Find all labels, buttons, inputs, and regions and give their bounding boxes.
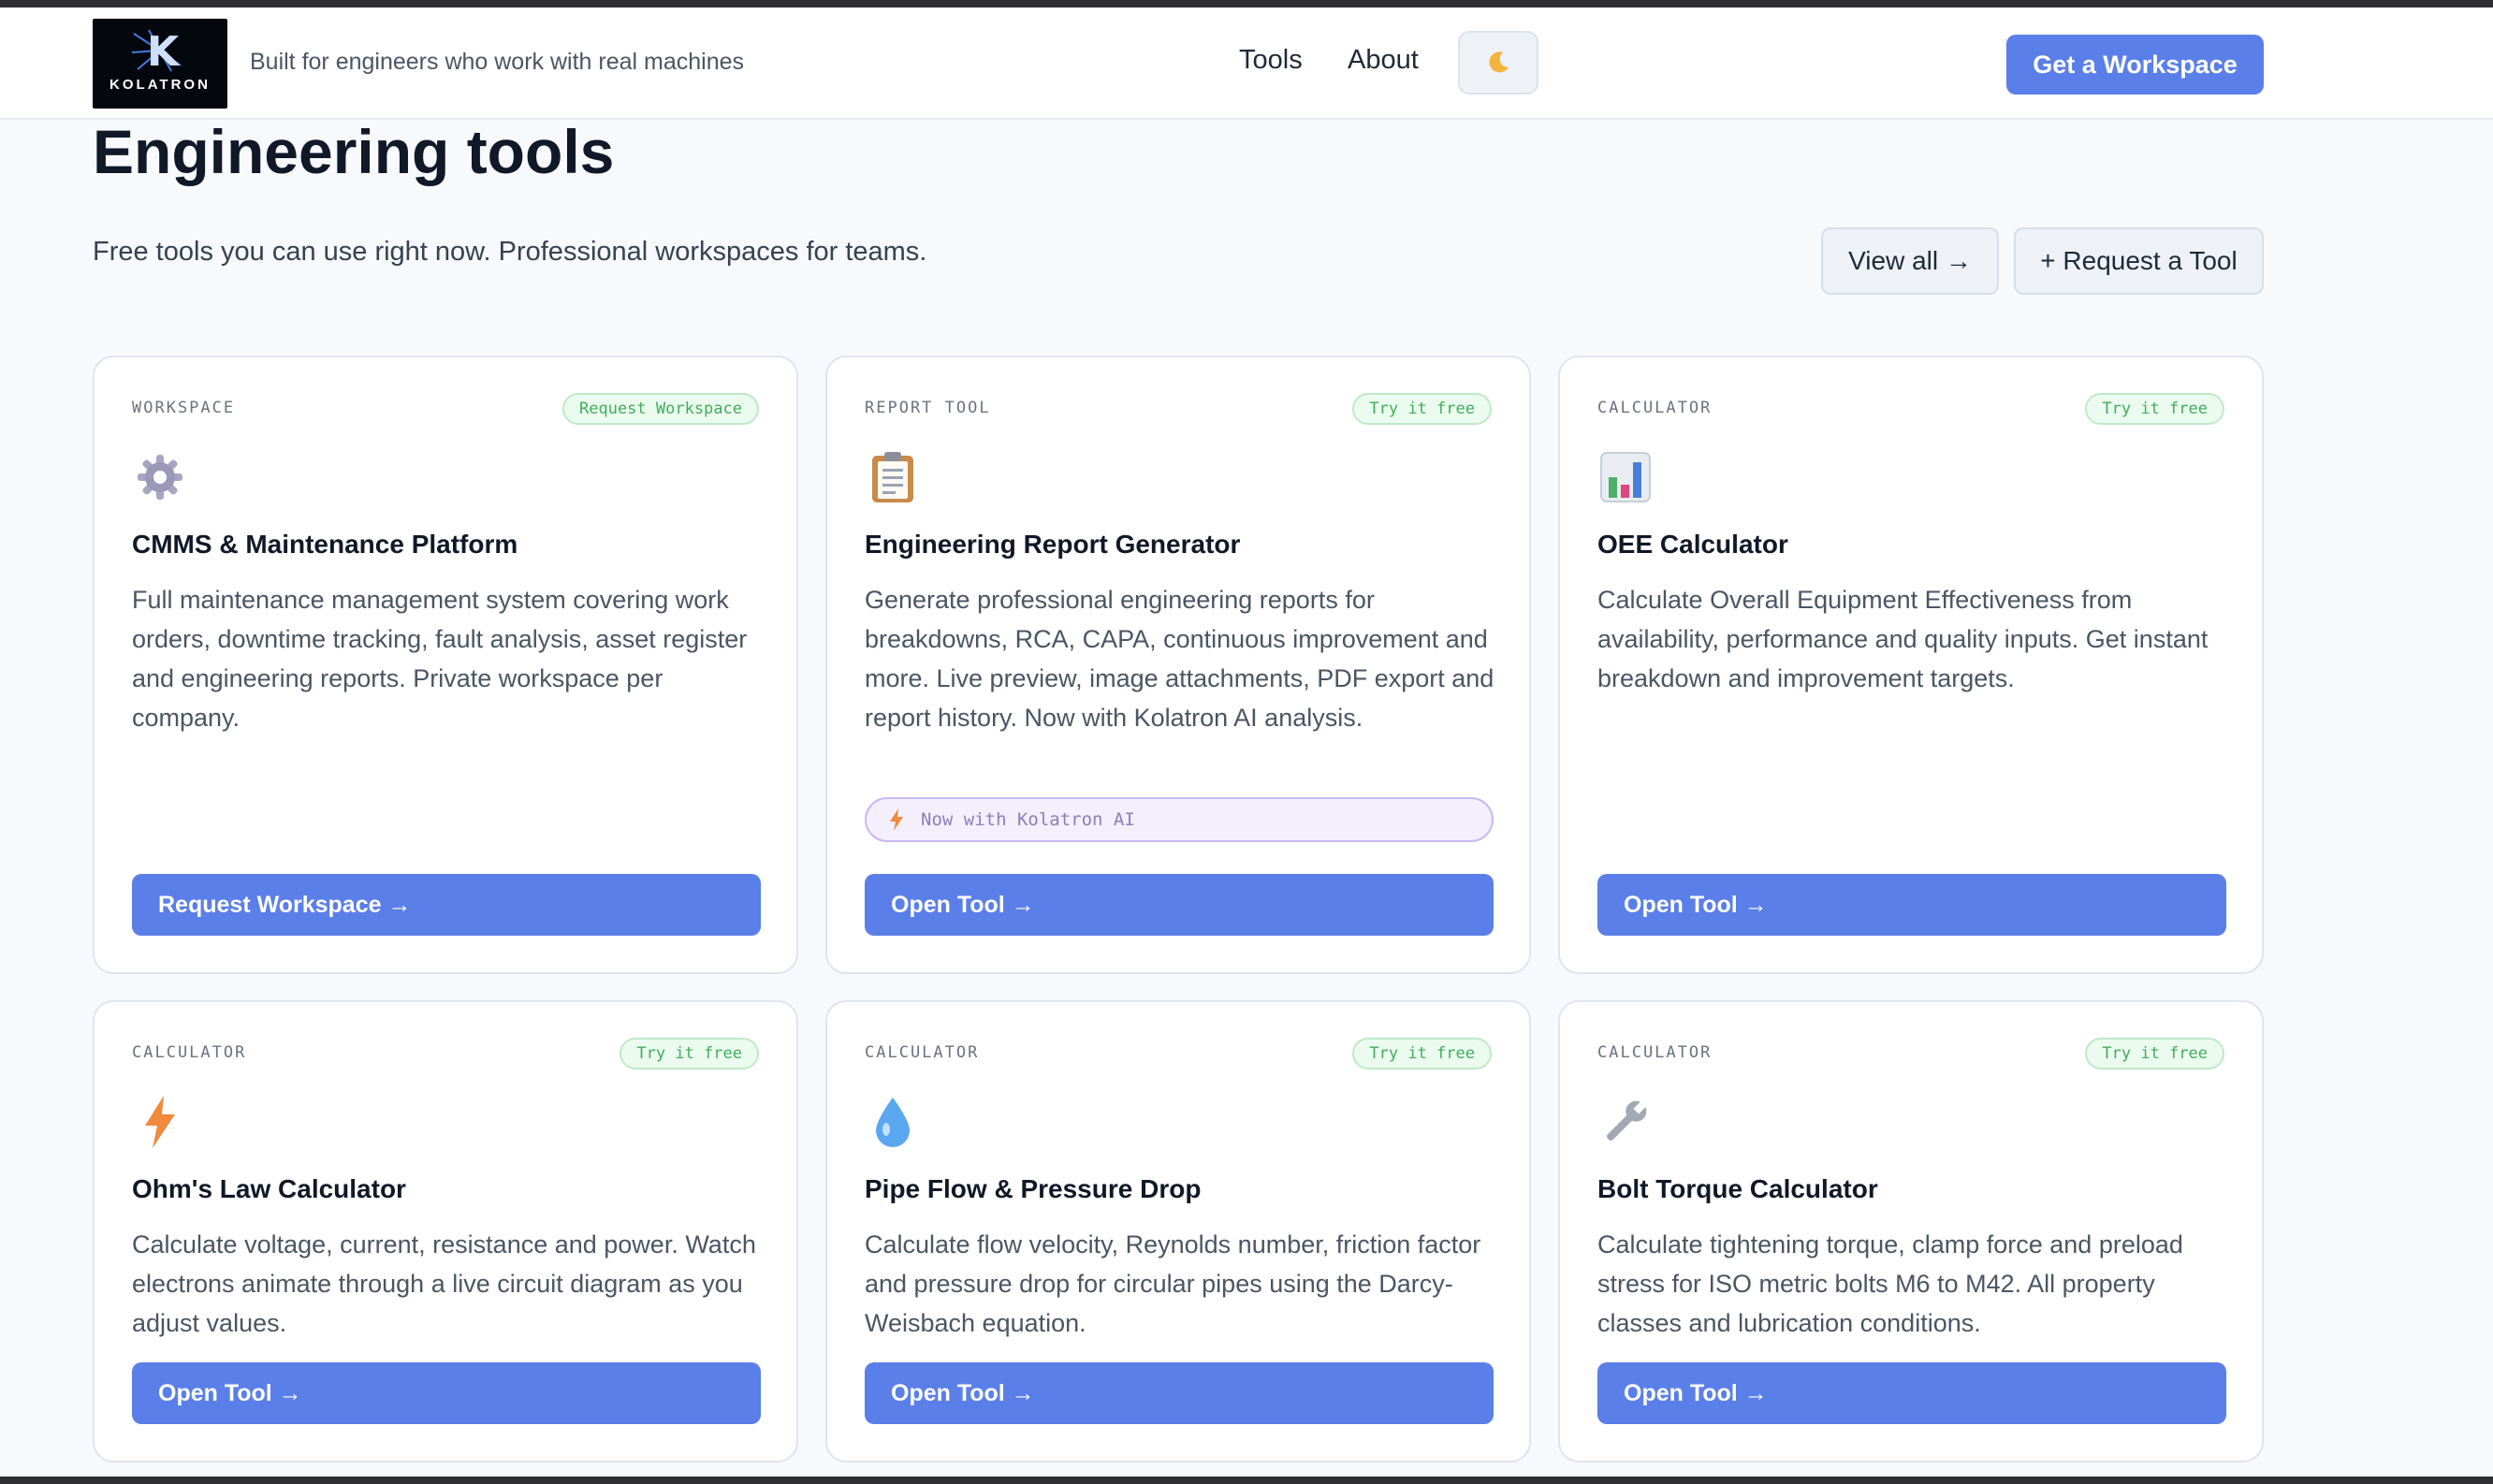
theme-toggle-button[interactable] <box>1458 31 1538 95</box>
card-title: CMMS & Maintenance Platform <box>132 530 518 559</box>
page-title: Engineering tools <box>93 117 615 186</box>
tool-card-pipe-flow: CALCULATOR Try it free Pipe Flow & Press… <box>825 1000 1531 1462</box>
open-tool-button[interactable]: Open Tool → <box>865 874 1494 936</box>
view-all-button[interactable]: View all → <box>1821 227 1999 295</box>
card-category: CALCULATOR <box>865 1043 980 1062</box>
svg-text:K: K <box>147 28 181 76</box>
nav-link-about[interactable]: About <box>1348 45 1419 76</box>
page-subtitle: Free tools you can use right now. Profes… <box>93 237 927 267</box>
card-badge: Request Workspace <box>562 393 759 425</box>
wrench-icon <box>1597 1094 1654 1150</box>
lightning-icon <box>889 808 904 831</box>
open-tool-button[interactable]: Open Tool → <box>1597 874 2226 936</box>
card-title: Pipe Flow & Pressure Drop <box>865 1174 1202 1203</box>
card-category: REPORT TOOL <box>865 399 991 417</box>
card-description: Calculate voltage, current, resistance a… <box>132 1230 756 1337</box>
tool-card-oee: CALCULATOR Try it free OEE Calculator Ca… <box>1558 356 2264 974</box>
card-category: WORKSPACE <box>132 399 236 417</box>
card-description: Calculate tightening torque, clamp force… <box>1597 1230 2183 1337</box>
tool-card-bolt-torque: CALCULATOR Try it free Bolt Torque Calcu… <box>1558 1000 2264 1462</box>
card-badge: Try it free <box>1352 393 1492 425</box>
get-workspace-button[interactable]: Get a Workspace <box>2006 35 2264 95</box>
window-bottom-edge <box>0 1477 2493 1484</box>
window-top-edge <box>0 0 2493 7</box>
card-title: OEE Calculator <box>1597 530 1788 559</box>
open-tool-button[interactable]: Open Tool → <box>132 1362 761 1424</box>
card-description: Calculate Overall Equipment Effectivenes… <box>1597 586 2209 692</box>
card-title: Engineering Report Generator <box>865 530 1241 559</box>
logo-wordmark: KOLATRON <box>109 77 211 93</box>
lightning-icon <box>132 1094 188 1150</box>
logo-mark-icon: K <box>131 28 182 76</box>
card-title: Bolt Torque Calculator <box>1597 1174 1878 1203</box>
tool-card-report-generator: REPORT TOOL Try it free Engineering Repo… <box>825 356 1531 974</box>
open-tool-button[interactable]: Open Tool → <box>1597 1362 2226 1424</box>
card-badge: Try it free <box>2085 1038 2224 1069</box>
card-category: CALCULATOR <box>1597 1043 1713 1062</box>
clipboard-icon <box>865 449 921 505</box>
ai-feature-pill: Now with Kolatron AI <box>865 797 1494 842</box>
card-description: Calculate flow velocity, Reynolds number… <box>865 1230 1481 1337</box>
gear-icon <box>132 449 188 505</box>
card-badge: Try it free <box>2085 393 2224 425</box>
ai-pill-label: Now with Kolatron AI <box>921 809 1135 830</box>
card-category: CALCULATOR <box>1597 399 1713 417</box>
bar-chart-icon <box>1597 449 1654 505</box>
brand-tagline: Built for engineers who work with real m… <box>250 49 745 75</box>
nav-link-tools[interactable]: Tools <box>1239 45 1303 76</box>
top-navbar: K KOLATRON Built for engineers who work … <box>0 7 2493 120</box>
droplet-icon <box>865 1094 921 1150</box>
card-badge: Try it free <box>620 1038 759 1069</box>
tool-card-cmms: WORKSPACE Request Workspace CMMS & Maint… <box>93 356 798 974</box>
open-tool-button[interactable]: Open Tool → <box>865 1362 1494 1424</box>
tool-card-ohms-law: CALCULATOR Try it free Ohm's Law Calcula… <box>93 1000 798 1462</box>
card-description: Full maintenance management system cover… <box>132 586 748 732</box>
card-category: CALCULATOR <box>132 1043 247 1062</box>
card-title: Ohm's Law Calculator <box>132 1174 406 1203</box>
request-tool-button[interactable]: + Request a Tool <box>2014 227 2264 295</box>
kolatron-logo[interactable]: K KOLATRON <box>93 19 227 109</box>
card-badge: Try it free <box>1352 1038 1492 1069</box>
request-workspace-button[interactable]: Request Workspace → <box>132 874 761 936</box>
moon-icon <box>1489 51 1509 73</box>
card-description: Generate professional engineering report… <box>865 586 1494 732</box>
